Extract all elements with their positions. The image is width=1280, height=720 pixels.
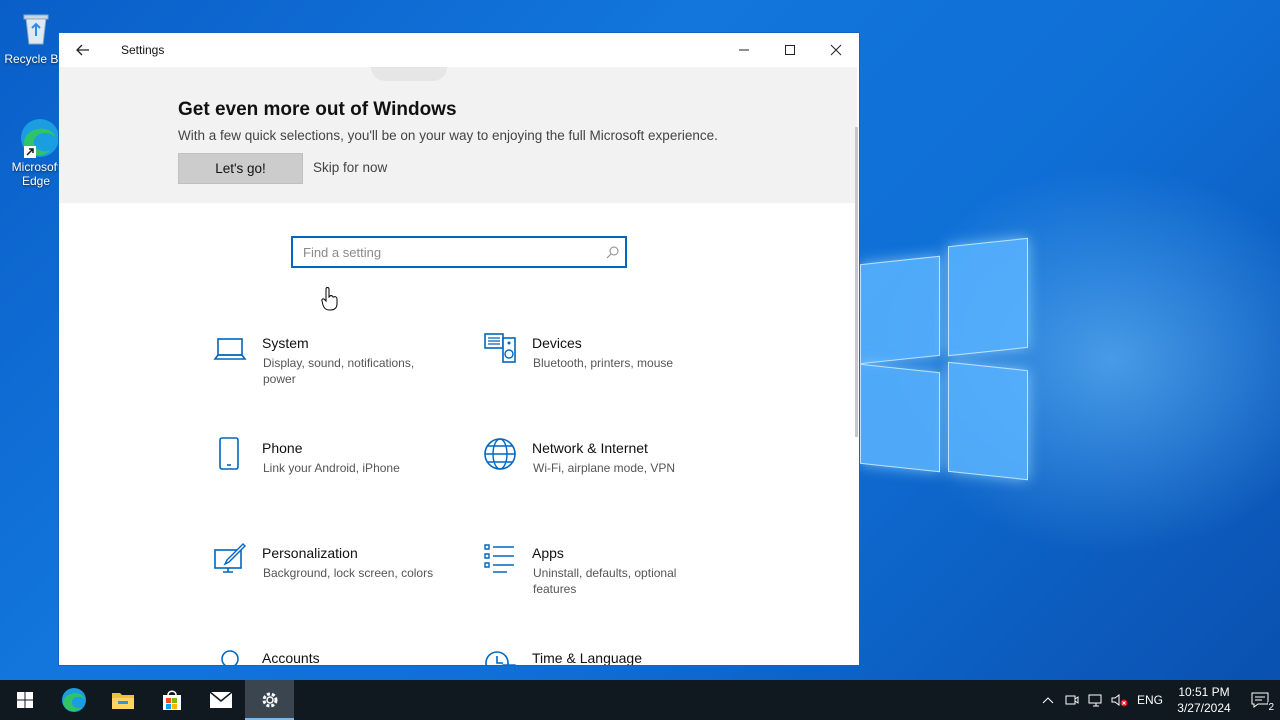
category-accounts[interactable]: Accounts <box>213 647 463 666</box>
clock-date: 3/27/2024 <box>1177 701 1231 715</box>
category-network-internet[interactable]: Network & Internet Wi-Fi, airplane mode,… <box>483 437 733 507</box>
start-icon <box>16 692 33 708</box>
lets-go-button[interactable]: Let's go! <box>178 153 303 184</box>
show-hidden-icons-button[interactable] <box>1036 696 1060 704</box>
clock-language-icon <box>483 647 517 665</box>
start-button[interactable] <box>0 680 49 720</box>
minimize-button[interactable] <box>721 33 767 67</box>
taskbar-store[interactable] <box>147 680 196 720</box>
category-description: Wi-Fi, airplane mode, VPN <box>533 461 676 475</box>
category-description: Link your Android, iPhone <box>263 461 400 475</box>
store-icon <box>162 690 181 710</box>
promo-banner: Get even more out of Windows With a few … <box>59 67 857 203</box>
category-name: Personalization <box>262 545 358 561</box>
network-icon <box>1088 694 1102 707</box>
category-name: Accounts <box>262 650 320 666</box>
category-phone[interactable]: Phone Link your Android, iPhone <box>213 437 463 507</box>
apps-list-icon <box>483 542 517 576</box>
category-name: Time & Language <box>532 650 642 666</box>
category-name: Phone <box>262 440 303 456</box>
category-system[interactable]: System Display, sound, notifications, po… <box>213 332 463 402</box>
category-time-language[interactable]: Time & Language <box>483 647 733 666</box>
category-name: Network & Internet <box>532 440 648 456</box>
maximize-button[interactable] <box>767 33 813 67</box>
taskbar-mail[interactable] <box>196 680 245 720</box>
category-description: Uninstall, defaults, optional features <box>533 566 677 596</box>
devices-icon <box>483 332 517 366</box>
category-name: Devices <box>532 335 582 351</box>
notification-count-badge: 2 <box>1268 702 1274 713</box>
promo-illustration <box>371 67 447 81</box>
mail-icon <box>209 691 232 708</box>
meet-now-button[interactable] <box>1060 693 1084 707</box>
category-description: Background, lock screen, colors <box>263 566 434 580</box>
taskbar: ENG 10:51 PM 3/27/2024 2 <box>0 680 1280 720</box>
hand-cursor-icon <box>321 287 338 311</box>
taskbar-file-explorer[interactable] <box>98 680 147 720</box>
edge-icon <box>61 688 86 712</box>
laptop-icon <box>213 332 247 366</box>
clock-time: 10:51 PM <box>1178 685 1230 699</box>
taskbar-edge[interactable] <box>49 680 98 720</box>
edge-icon <box>16 116 59 158</box>
category-name: System <box>262 335 309 351</box>
clock[interactable]: 10:51 PM 3/27/2024 <box>1168 684 1240 716</box>
chevron-up-icon <box>1042 697 1054 704</box>
promo-title: Get even more out of Windows <box>178 99 457 120</box>
globe-icon <box>483 437 517 471</box>
taskbar-settings[interactable] <box>245 680 294 720</box>
settings-window: Settings Get even more out of Windows Wi… <box>58 32 860 666</box>
input-language-indicator[interactable]: ENG <box>1132 693 1168 707</box>
search-input[interactable] <box>293 238 599 266</box>
close-icon <box>830 44 842 56</box>
person-icon <box>213 647 247 665</box>
category-description: Display, sound, notifications, power <box>263 356 415 386</box>
category-description: Bluetooth, printers, mouse <box>533 356 674 370</box>
close-button[interactable] <box>813 33 859 67</box>
recycle-bin-icon <box>16 8 56 48</box>
window-title: Settings <box>121 43 165 57</box>
windows-logo-wallpaper <box>860 237 1030 481</box>
scrollbar[interactable] <box>855 127 858 437</box>
minimize-icon <box>739 49 749 51</box>
maximize-icon <box>785 45 795 55</box>
search-field[interactable] <box>291 236 627 268</box>
system-tray: ENG 10:51 PM 3/27/2024 2 <box>1036 680 1280 720</box>
search-icon[interactable] <box>599 246 625 259</box>
file-explorer-icon <box>111 693 134 709</box>
category-name: Apps <box>532 545 564 561</box>
back-arrow-icon <box>76 44 89 56</box>
settings-gear-icon <box>262 692 277 708</box>
phone-icon <box>213 437 247 471</box>
volume-muted-icon <box>1111 694 1128 707</box>
promo-subtitle: With a few quick selections, you'll be o… <box>178 128 718 143</box>
volume-button[interactable] <box>1108 693 1132 707</box>
category-devices[interactable]: Devices Bluetooth, printers, mouse <box>483 332 733 402</box>
network-button[interactable] <box>1084 693 1108 707</box>
category-personalization[interactable]: Personalization Background, lock screen,… <box>213 542 463 612</box>
back-button[interactable] <box>59 33 107 67</box>
action-center-button[interactable]: 2 <box>1240 680 1280 720</box>
skip-for-now-link[interactable]: Skip for now <box>313 160 387 175</box>
window-titlebar[interactable]: Settings <box>59 33 859 67</box>
paintbrush-icon <box>213 542 247 576</box>
category-apps[interactable]: Apps Uninstall, defaults, optional featu… <box>483 542 733 612</box>
camera-icon <box>1065 695 1079 705</box>
notification-icon <box>1251 692 1269 708</box>
